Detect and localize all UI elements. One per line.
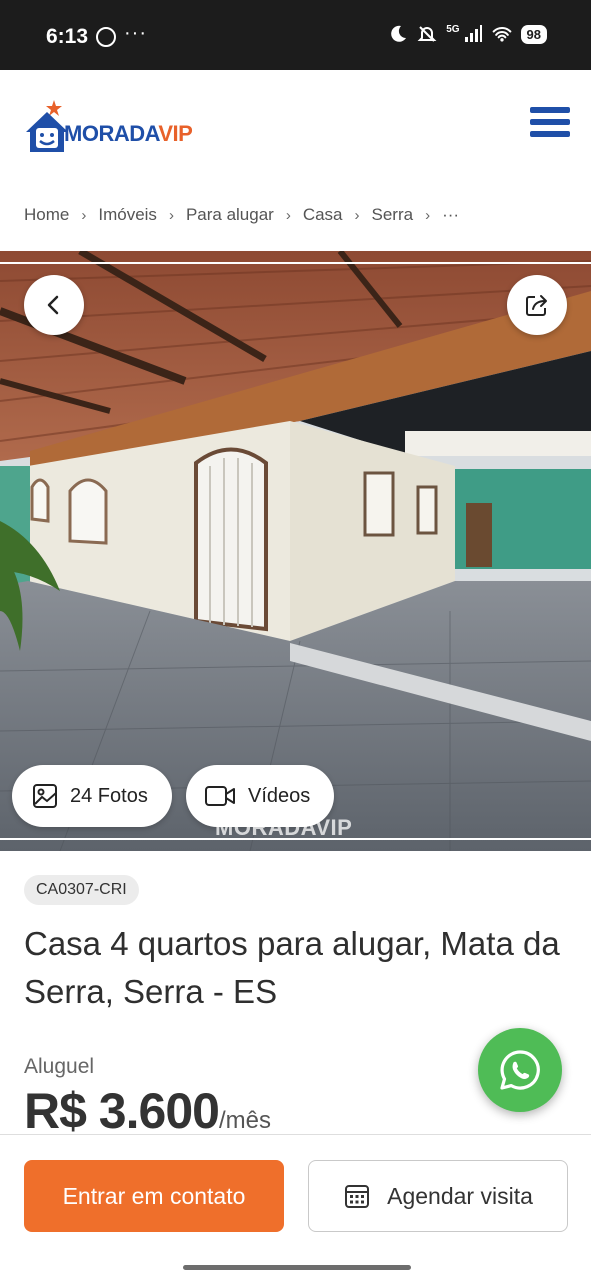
whatsapp-icon — [500, 1050, 540, 1090]
network-type: 5G — [446, 23, 460, 35]
videos-label: Vídeos — [248, 784, 311, 807]
share-button[interactable] — [507, 275, 567, 335]
breadcrumb-home[interactable]: Home — [24, 205, 69, 225]
status-bar: 6:13 ··· 5G 98 — [0, 0, 591, 70]
battery-level: 98 — [520, 24, 547, 44]
property-photo-gallery[interactable]: 24 Fotos Vídeos MORADAVIP — [0, 251, 591, 851]
property-code-badge: CA0307-CRI — [24, 875, 139, 905]
chevron-right-icon: › — [285, 206, 291, 224]
back-button[interactable] — [24, 275, 84, 335]
bottom-action-bar: Entrar em contato Agendar visita — [0, 1134, 591, 1280]
more-notifications-icon: ··· — [124, 22, 147, 44]
hamburger-menu-icon[interactable] — [530, 107, 570, 141]
share-icon — [526, 295, 547, 316]
video-icon — [205, 786, 235, 806]
chevron-right-icon: › — [354, 206, 360, 224]
calendar-icon — [345, 1185, 370, 1208]
property-photo — [0, 251, 591, 851]
whatsapp-notification-icon — [96, 27, 116, 47]
moradavip-logo[interactable]: MORADAVIP — [24, 98, 224, 158]
breadcrumb-casa[interactable]: Casa — [303, 205, 343, 225]
chevron-right-icon: › — [81, 206, 87, 224]
chevron-right-icon: › — [425, 206, 431, 224]
schedule-visit-button[interactable]: Agendar visita — [308, 1160, 568, 1232]
image-icon — [33, 784, 57, 808]
breadcrumb-serra[interactable]: Serra — [372, 205, 414, 225]
signal-icon — [464, 25, 482, 42]
photo-watermark: MORADAVIP — [215, 815, 353, 840]
chevron-right-icon: › — [168, 206, 174, 224]
whatsapp-button[interactable] — [478, 1028, 562, 1112]
price-amount: R$ 3.600 — [24, 1083, 220, 1139]
home-indicator[interactable] — [183, 1265, 411, 1270]
status-time: 6:13 — [46, 25, 89, 48]
breadcrumb-imoveis[interactable]: Imóveis — [98, 205, 157, 225]
muted-bell-icon — [417, 26, 437, 42]
breadcrumb-more[interactable]: ··· — [442, 205, 459, 225]
chevron-left-icon — [47, 295, 59, 315]
price-label: Aluguel — [24, 1055, 95, 1078]
price-value: R$ 3.600/mês — [24, 1082, 271, 1140]
logo-wordmark: MORADAVIP — [64, 121, 193, 146]
photos-button[interactable]: 24 Fotos — [12, 765, 172, 827]
price-unit: /mês — [218, 1107, 271, 1134]
property-title: Casa 4 quartos para alugar, Mata da Serr… — [24, 925, 560, 1010]
photos-count-label: 24 Fotos — [70, 784, 148, 807]
moon-icon — [391, 25, 407, 42]
contact-button[interactable]: Entrar em contato — [24, 1160, 284, 1232]
schedule-visit-label: Agendar visita — [387, 1182, 533, 1209]
site-header: MORADAVIP — [0, 70, 591, 188]
breadcrumb: Home › Imóveis › Para alugar › Casa › Se… — [24, 205, 459, 225]
wifi-icon — [492, 27, 511, 42]
breadcrumb-para-alugar[interactable]: Para alugar — [186, 205, 274, 225]
